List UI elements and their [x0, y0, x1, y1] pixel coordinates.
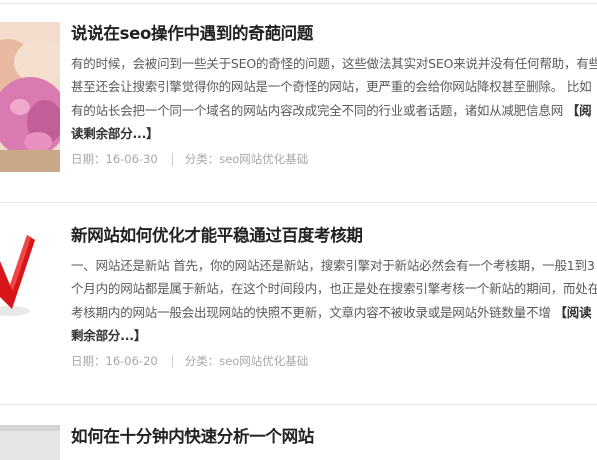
date-label: 日期：	[71, 354, 106, 368]
article-date: 16-06-20	[105, 354, 158, 368]
date-label: 日期：	[71, 152, 106, 166]
article-title[interactable]: 新网站如何优化才能平稳通过百度考核期	[71, 225, 597, 247]
article-excerpt: 有的时候，会被问到一些关于SEO的奇怪的问题，这些做法其实对SEO来说并没有任何…	[71, 52, 597, 145]
article-item: 新网站如何优化才能平稳通过百度考核期 一、网站还是新站 首先，你的网站还是新站，…	[0, 203, 597, 403]
article-excerpt: 一、网站还是新站 首先，你的网站还是新站，搜索引擎对于新站必然会有一个考核期，一…	[71, 254, 597, 347]
category-link[interactable]: seo网站优化基础	[219, 354, 308, 368]
gray-thumbnail-icon	[0, 425, 60, 460]
meta-separator	[171, 153, 173, 166]
red-checkmark-icon	[0, 223, 60, 373]
article-title[interactable]: 如何在十分钟内快速分析一个网站	[71, 426, 597, 448]
article-item: 说说在seo操作中遇到的奇葩问题 有的时候，会被问到一些关于SEO的奇怪的问题，…	[0, 0, 597, 200]
article-content: 新网站如何优化才能平稳通过百度考核期 一、网站还是新站 首先，你的网站还是新站，…	[71, 225, 597, 369]
article-thumbnail[interactable]	[0, 425, 60, 460]
meta-separator	[171, 355, 173, 368]
category-label: 分类：	[184, 152, 220, 166]
article-thumbnail[interactable]	[0, 223, 60, 373]
article-item: 如何在十分钟内快速分析一个网站	[0, 405, 597, 460]
article-title[interactable]: 说说在seo操作中遇到的奇葩问题	[71, 23, 597, 45]
article-meta: 日期：16-06-20 分类：seo网站优化基础	[71, 353, 597, 369]
article-content: 如何在十分钟内快速分析一个网站	[71, 426, 597, 448]
article-date: 16-06-30	[105, 152, 158, 166]
baby-photo-icon	[0, 22, 60, 172]
article-thumbnail[interactable]	[0, 22, 60, 172]
excerpt-text: 一、网站还是新站 首先，你的网站还是新站，搜索引擎对于新站必然会有一个考核期，一…	[71, 258, 597, 320]
article-meta: 日期：16-06-30 分类：seo网站优化基础	[71, 151, 597, 167]
excerpt-text: 有的时候，会被问到一些关于SEO的奇怪的问题，这些做法其实对SEO来说并没有任何…	[71, 56, 597, 118]
category-link[interactable]: seo网站优化基础	[219, 152, 308, 166]
category-label: 分类：	[184, 354, 220, 368]
article-content: 说说在seo操作中遇到的奇葩问题 有的时候，会被问到一些关于SEO的奇怪的问题，…	[71, 23, 597, 167]
